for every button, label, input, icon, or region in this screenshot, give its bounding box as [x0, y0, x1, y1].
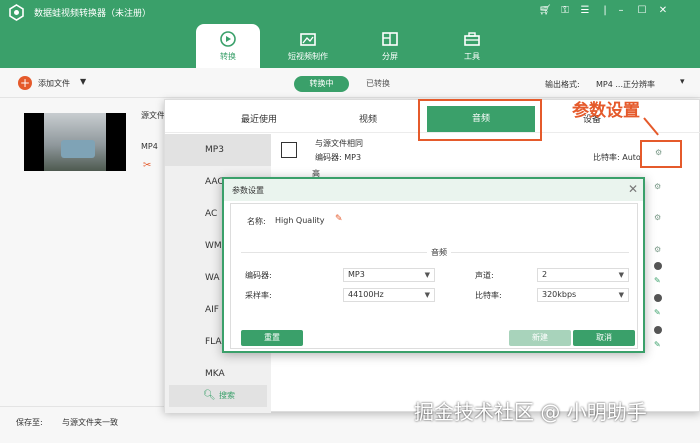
- channel-select[interactable]: 2 ▼: [537, 268, 629, 282]
- letterbox: [106, 113, 126, 171]
- tab-converted[interactable]: 已转换: [366, 76, 390, 92]
- reset-button[interactable]: 重置: [241, 330, 303, 346]
- app-title: 数据蛙视频转换器（未注册）: [34, 9, 152, 19]
- preset-row[interactable]: 与源文件相同 编码器: MP3 比特率: Auto: [275, 136, 695, 166]
- toolbar: + 添加文件 ▼ 转换中 已转换 输出格式: MP4 ...正分辨率 ▾: [0, 68, 700, 98]
- source-file-label: 源文件: [141, 111, 165, 120]
- divider: |: [603, 5, 607, 16]
- dialog-header: 参数设置 ✕: [224, 179, 643, 201]
- name-label: 名称:: [247, 217, 266, 226]
- chevron-down-icon[interactable]: ▾: [680, 77, 685, 87]
- encoder-select[interactable]: MP3 ▼: [343, 268, 435, 282]
- gear-icon[interactable]: ⚙: [654, 182, 661, 191]
- name-value: High Quality: [275, 216, 325, 225]
- encoder-value: MP3: [348, 270, 365, 279]
- chevron-down-icon[interactable]: ▼: [80, 77, 86, 86]
- source-format: MP4: [141, 142, 158, 151]
- letterbox: [24, 113, 44, 171]
- preset-name: 与源文件相同: [315, 139, 363, 148]
- edit-icon[interactable]: ✎: [654, 308, 661, 317]
- save-to-label: 保存至:: [16, 418, 43, 427]
- output-format-select[interactable]: MP4 ...正分辨率: [596, 79, 655, 90]
- chevron-down-icon: ▼: [618, 271, 624, 279]
- edit-icon[interactable]: ✎: [654, 340, 661, 349]
- close-icon[interactable]: ✕: [656, 4, 670, 18]
- tab-label: 转换: [220, 52, 236, 61]
- format-search[interactable]: 🔍︎ 搜索: [169, 385, 267, 407]
- minimize-icon[interactable]: –: [614, 4, 628, 18]
- samplerate-label: 采样率:: [245, 291, 272, 300]
- key-icon[interactable]: ⚿: [558, 4, 572, 18]
- edit-icon[interactable]: ✎: [654, 276, 661, 285]
- add-file-button[interactable]: 添加文件: [38, 78, 70, 89]
- edit-icon[interactable]: ✎: [335, 214, 343, 224]
- encoder-label: 编码器:: [245, 271, 272, 280]
- close-icon[interactable]: ✕: [628, 182, 638, 196]
- main-tabs: 转换 短视频制作 分屏 工具: [0, 24, 700, 68]
- tab-video-make[interactable]: 短视频制作: [276, 24, 340, 68]
- settings-highlight-box: ⚙: [640, 140, 682, 168]
- dialog-body: 名称: High Quality ✎ 音频 编码器: MP3 ▼ 声道: 2 ▼…: [230, 203, 638, 349]
- toolbox-icon: [464, 32, 480, 46]
- gear-icon[interactable]: ⚙: [654, 213, 661, 222]
- bitrate-label: 比特率:: [475, 291, 502, 300]
- menu-icon[interactable]: ☰: [578, 4, 592, 18]
- highlight-box: [418, 99, 542, 141]
- title-bar: 数据蛙视频转换器（未注册） 🛒︎ ⚿ ☰ | – ☐ ✕: [0, 0, 700, 24]
- add-icon[interactable]: +: [18, 76, 32, 90]
- video-make-icon: [300, 33, 316, 46]
- gear-icon[interactable]: ⚙: [654, 245, 661, 254]
- output-format-label: 输出格式:: [545, 80, 580, 89]
- status-toggle: 转换中 已转换: [294, 76, 426, 92]
- section-title: 音频: [427, 247, 451, 258]
- new-button[interactable]: 新建: [509, 330, 571, 346]
- samplerate-select[interactable]: 44100Hz ▼: [343, 288, 435, 302]
- parameter-dialog: 参数设置 ✕ 名称: High Quality ✎ 音频 编码器: MP3 ▼ …: [222, 177, 645, 353]
- search-icon: 🔍︎: [203, 390, 216, 401]
- edit-icon[interactable]: ✂: [143, 160, 151, 171]
- app-logo-icon: [9, 4, 24, 21]
- chevron-down-icon: ▼: [424, 271, 430, 279]
- maximize-icon[interactable]: ☐: [635, 4, 649, 18]
- car-shape: [61, 140, 95, 158]
- bitrate-select[interactable]: 320kbps ▼: [537, 288, 629, 302]
- video-thumbnail[interactable]: [24, 113, 126, 171]
- tab-label: 工具: [464, 52, 480, 61]
- tab-recent[interactable]: 最近使用: [241, 112, 277, 125]
- gear-icon[interactable]: ⚙: [655, 148, 662, 157]
- preset-encoder: 编码器: MP3: [315, 153, 362, 162]
- bitrate-value: 320kbps: [542, 290, 577, 299]
- save-to-select[interactable]: 与源文件夹一致: [62, 417, 118, 428]
- split-screen-icon: [382, 32, 398, 46]
- dialog-title: 参数设置: [232, 186, 264, 195]
- chevron-down-icon: ▼: [618, 291, 624, 299]
- delete-icon[interactable]: [654, 262, 662, 270]
- annotation-label: 参数设置: [572, 101, 640, 121]
- cancel-button[interactable]: 取消: [573, 330, 635, 346]
- cart-icon[interactable]: 🛒︎: [538, 4, 552, 18]
- format-item[interactable]: MP3: [165, 134, 271, 166]
- preset-bitrate: 比特率: Auto: [593, 153, 641, 162]
- tab-convert[interactable]: 转换: [196, 24, 260, 68]
- tab-tools[interactable]: 工具: [440, 24, 504, 68]
- tab-video[interactable]: 视频: [359, 112, 377, 125]
- watermark: 掘金技术社区 @ 小明助手: [414, 400, 647, 424]
- chevron-down-icon: ▼: [424, 291, 430, 299]
- channel-value: 2: [542, 270, 548, 279]
- delete-icon[interactable]: [654, 294, 662, 302]
- samplerate-value: 44100Hz: [348, 290, 384, 299]
- file-icon: [281, 142, 297, 158]
- convert-icon: [220, 31, 236, 47]
- tab-label: 短视频制作: [288, 52, 328, 61]
- channel-label: 声道:: [475, 271, 494, 280]
- tab-label: 分屏: [382, 52, 398, 61]
- tab-converting[interactable]: 转换中: [294, 76, 349, 92]
- search-label: 搜索: [219, 391, 235, 400]
- tab-split-screen[interactable]: 分屏: [358, 24, 422, 68]
- delete-icon[interactable]: [654, 326, 662, 334]
